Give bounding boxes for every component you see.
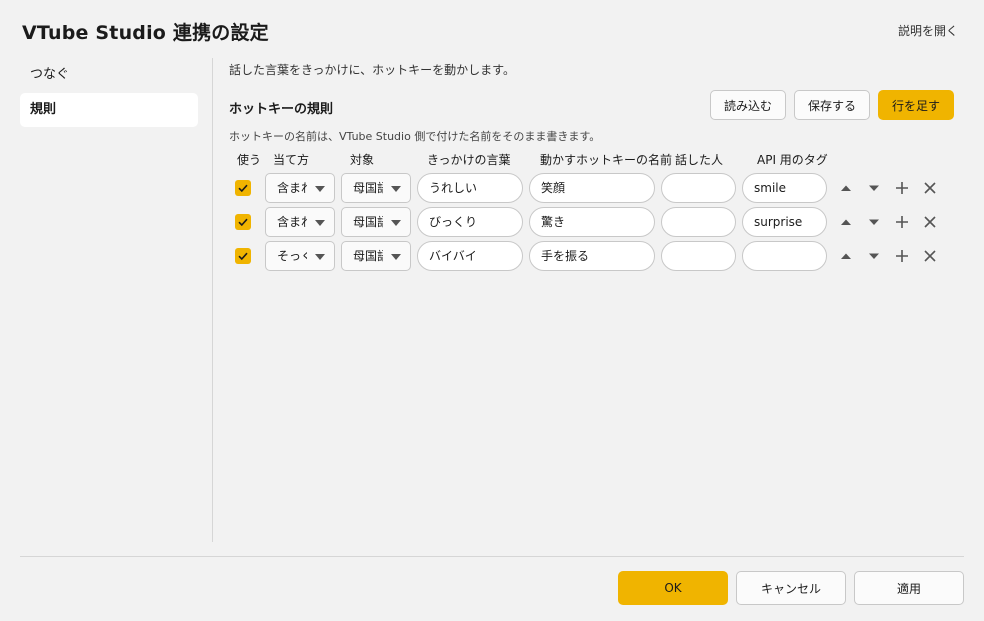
match-select[interactable]: 含まれる xyxy=(265,207,335,237)
sidebar: つなぐ 規則 xyxy=(20,58,198,128)
checkmark-icon xyxy=(238,252,248,261)
section-title: ホットキーの規則 xyxy=(229,102,334,117)
enabled-checkbox[interactable] xyxy=(235,214,251,230)
sidebar-item-label: つなぐ xyxy=(30,67,70,82)
table-row: そっくり 母国語 バイバイ 手を振る xyxy=(229,241,964,275)
load-button[interactable]: 読み込む xyxy=(709,90,786,120)
target-select-value: 母国語 xyxy=(353,181,383,195)
enabled-checkbox[interactable] xyxy=(235,248,251,264)
speaker-input[interactable] xyxy=(661,173,736,203)
speaker-input[interactable] xyxy=(661,241,736,271)
delete-icon[interactable] xyxy=(922,248,938,264)
move-up-icon[interactable] xyxy=(838,248,854,264)
move-up-icon[interactable] xyxy=(838,180,854,196)
match-select[interactable]: そっくり xyxy=(265,241,335,271)
trigger-input[interactable]: びっくり xyxy=(417,207,523,237)
column-header-trigger: きっかけの言葉 xyxy=(427,153,511,167)
help-link[interactable]: 説明を開く xyxy=(898,22,958,39)
delete-icon[interactable] xyxy=(922,180,938,196)
table-row: 含まれる 母国語 うれしい 笑顔 smile xyxy=(229,173,964,207)
match-select-value: 含まれる xyxy=(277,215,307,229)
delete-icon[interactable] xyxy=(922,214,938,230)
trigger-input[interactable]: バイバイ xyxy=(417,241,523,271)
column-header-hotkey: 動かすホットキーの名前 xyxy=(540,153,673,167)
window-title: VTube Studio 連携の設定 xyxy=(22,22,269,44)
chevron-down-icon xyxy=(315,254,325,260)
chevron-down-icon xyxy=(391,220,401,226)
save-button[interactable]: 保存する xyxy=(793,90,870,120)
column-header-use: 使う xyxy=(237,153,262,167)
match-select-value: 含まれる xyxy=(277,181,307,195)
hotkey-input[interactable]: 驚き xyxy=(529,207,655,237)
api-tag-input[interactable] xyxy=(742,241,827,271)
target-select-value: 母国語 xyxy=(353,249,383,263)
column-header-target: 対象 xyxy=(350,153,375,167)
rules-panel: 話した言葉をきっかけに、ホットキーを動かします。 ホットキーの規則 読み込む 保… xyxy=(229,58,964,275)
section-header: ホットキーの規則 読み込む 保存する 行を足す xyxy=(229,90,964,122)
speaker-input[interactable] xyxy=(661,207,736,237)
move-down-icon[interactable] xyxy=(866,248,882,264)
add-icon[interactable] xyxy=(894,248,910,264)
hotkey-input[interactable]: 手を振る xyxy=(529,241,655,271)
target-select[interactable]: 母国語 xyxy=(341,241,411,271)
add-icon[interactable] xyxy=(894,214,910,230)
table-row: 含まれる 母国語 びっくり 驚き surprise xyxy=(229,207,964,241)
chevron-down-icon xyxy=(391,186,401,192)
hotkey-input[interactable]: 笑顔 xyxy=(529,173,655,203)
api-tag-input[interactable]: surprise xyxy=(742,207,827,237)
sidebar-item-connect[interactable]: つなぐ xyxy=(20,58,198,92)
footer-divider xyxy=(20,556,964,557)
move-down-icon[interactable] xyxy=(866,214,882,230)
checkmark-icon xyxy=(238,184,248,193)
sidebar-item-rules[interactable]: 規則 xyxy=(20,93,198,127)
target-select[interactable]: 母国語 xyxy=(341,207,411,237)
chevron-down-icon xyxy=(315,220,325,226)
add-icon[interactable] xyxy=(894,180,910,196)
chevron-down-icon xyxy=(315,186,325,192)
section-toolbar: 読み込む 保存する 行を足す xyxy=(709,90,954,120)
add-row-button[interactable]: 行を足す xyxy=(877,90,954,120)
api-tag-input[interactable]: smile xyxy=(742,173,827,203)
match-select[interactable]: 含まれる xyxy=(265,173,335,203)
trigger-input[interactable]: うれしい xyxy=(417,173,523,203)
settings-window: VTube Studio 連携の設定 説明を開く つなぐ 規則 話した言葉をきっ… xyxy=(0,0,984,621)
apply-button[interactable]: 適用 xyxy=(854,571,964,605)
sidebar-divider xyxy=(212,58,213,542)
chevron-down-icon xyxy=(391,254,401,260)
column-header-match: 当て方 xyxy=(273,153,310,167)
cancel-button[interactable]: キャンセル xyxy=(736,571,846,605)
column-header-speaker: 話した人 xyxy=(675,153,724,167)
ok-button[interactable]: OK xyxy=(618,571,728,605)
move-up-icon[interactable] xyxy=(838,214,854,230)
table-header: 使う 当て方 対象 きっかけの言葉 動かすホットキーの名前 話した人 API 用… xyxy=(229,149,964,169)
checkmark-icon xyxy=(238,218,248,227)
column-header-api-tag: API 用のタグ xyxy=(757,153,828,167)
rules-table: 含まれる 母国語 うれしい 笑顔 smile xyxy=(229,173,964,275)
target-select-value: 母国語 xyxy=(353,215,383,229)
move-down-icon[interactable] xyxy=(866,180,882,196)
match-select-value: そっくり xyxy=(277,249,307,263)
hotkey-name-note: ホットキーの名前は、VTube Studio 側で付けた名前をそのまま書きます。 xyxy=(229,130,601,143)
enabled-checkbox[interactable] xyxy=(235,180,251,196)
panel-description: 話した言葉をきっかけに、ホットキーを動かします。 xyxy=(229,63,515,77)
target-select[interactable]: 母国語 xyxy=(341,173,411,203)
sidebar-item-label: 規則 xyxy=(30,102,57,117)
